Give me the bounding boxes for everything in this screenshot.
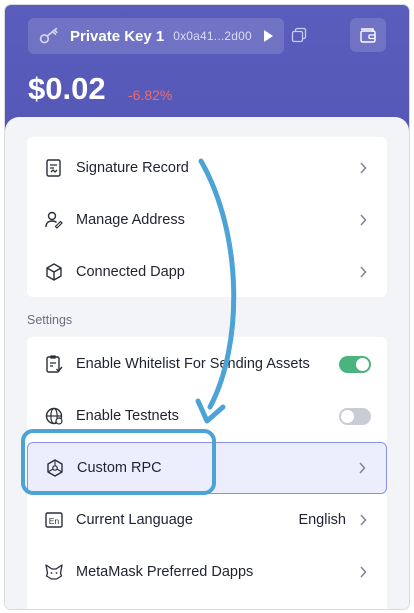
whitelist-toggle[interactable] xyxy=(339,355,371,373)
app-window: Private Key 1 0x0a41...2d00 $0.02 -6.82% xyxy=(5,5,409,609)
menu-item-metamask-preferred-dapps[interactable]: MetaMask Preferred Dapps xyxy=(27,546,387,598)
menu-item-label: MetaMask Preferred Dapps xyxy=(76,564,254,580)
chevron-right-icon xyxy=(360,214,367,226)
menu-item-current-language[interactable]: En Current Language English xyxy=(27,494,387,546)
menu-item-custom-rpc[interactable]: Custom RPC xyxy=(27,442,387,494)
menu-item-label: Manage Address xyxy=(76,212,185,228)
menu-item-label: Signature Record xyxy=(76,160,189,176)
wallet-icon xyxy=(360,28,376,43)
whitelist-icon xyxy=(46,355,63,373)
current-language-value: English xyxy=(298,512,346,528)
copy-icon[interactable] xyxy=(291,27,307,43)
signature-record-icon xyxy=(46,159,61,177)
menu-item-label: Current Language xyxy=(76,512,193,528)
chevron-right-icon xyxy=(360,266,367,278)
menu-item-manage-address[interactable]: Manage Address xyxy=(27,194,387,246)
metamask-fox-icon xyxy=(45,564,63,580)
svg-text:En: En xyxy=(49,516,60,526)
menu-item-label: Enable Testnets xyxy=(76,408,179,424)
menu-item-label: Custom RPC xyxy=(77,460,162,476)
key-icon xyxy=(39,27,58,44)
manage-address-icon xyxy=(45,211,63,229)
account-switcher[interactable]: Private Key 1 0x0a41...2d00 xyxy=(28,18,284,54)
menu-item-signature-record[interactable]: Signature Record xyxy=(27,142,387,194)
wallet-button[interactable] xyxy=(350,18,386,52)
settings-panel: Signature Record Manage Address Connecte… xyxy=(5,117,409,609)
menu-item-label: Enable Whitelist For Sending Assets xyxy=(76,356,310,372)
custom-rpc-icon xyxy=(47,459,63,477)
account-address: 0x0a41...2d00 xyxy=(173,29,252,43)
menu-item-label: Connected Dapp xyxy=(76,264,185,280)
chevron-right-icon xyxy=(360,566,367,578)
menu-item-enable-whitelist[interactable]: Enable Whitelist For Sending Assets xyxy=(27,338,387,390)
menu-item-connected-dapp[interactable]: Connected Dapp xyxy=(27,246,387,298)
chevron-right-icon xyxy=(360,514,367,526)
language-icon: En xyxy=(45,512,63,528)
balance-change: -6.82% xyxy=(128,87,173,103)
testnets-toggle[interactable] xyxy=(339,407,371,425)
testnets-globe-icon xyxy=(45,407,63,425)
menu-item-enable-testnets[interactable]: Enable Testnets xyxy=(27,390,387,442)
chevron-right-icon xyxy=(360,162,367,174)
settings-section-title: Settings xyxy=(27,313,73,327)
caret-right-icon xyxy=(263,30,273,42)
account-name: Private Key 1 xyxy=(70,27,165,45)
total-balance: $0.02 xyxy=(28,71,106,106)
connected-dapp-icon xyxy=(46,263,62,281)
chevron-right-icon xyxy=(359,462,366,474)
